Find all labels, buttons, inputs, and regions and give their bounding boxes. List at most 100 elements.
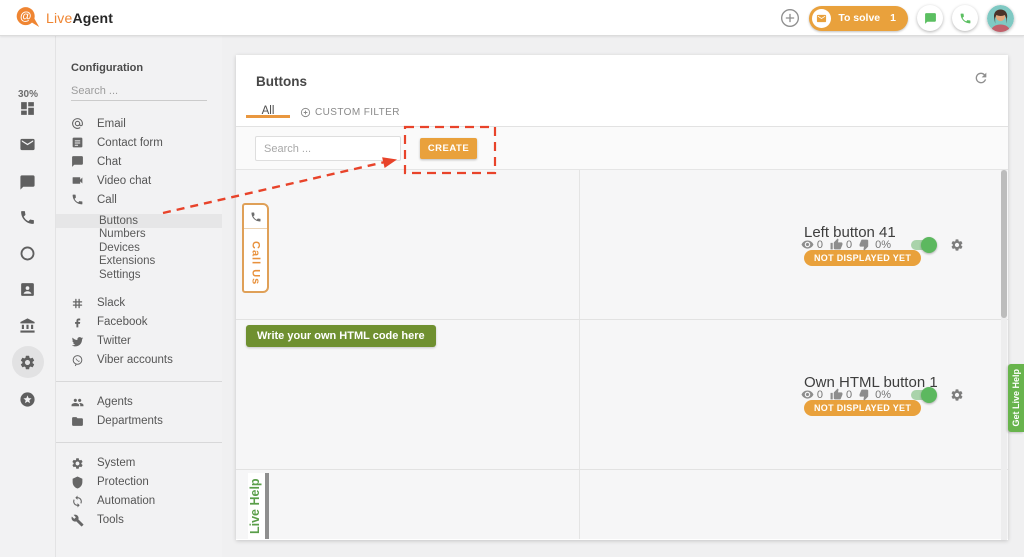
live-help-button-preview: Live Help [248, 473, 269, 539]
thumb-down-icon [859, 388, 872, 401]
refresh-icon[interactable] [973, 70, 989, 86]
config-item-slack[interactable]: Slack [56, 294, 222, 313]
dashboard-icon [19, 100, 36, 117]
tab-all[interactable]: All [246, 102, 290, 117]
mail-icon [19, 136, 36, 153]
enable-toggle[interactable] [910, 237, 937, 253]
videocam-icon [71, 174, 84, 187]
chats-button[interactable] [917, 5, 943, 31]
config-item-contact-form[interactable]: Contact form [56, 133, 222, 152]
call-us-button-preview: Call Us [242, 203, 269, 293]
divider [56, 442, 222, 443]
button-stats: 0 0 0% [801, 170, 964, 319]
phone-icon [71, 193, 84, 206]
config-item-facebook[interactable]: Facebook [56, 313, 222, 332]
html-button-preview: Write your own HTML code here [246, 325, 436, 347]
user-avatar[interactable] [987, 5, 1014, 32]
config-item-video-chat[interactable]: Video chat [56, 171, 222, 190]
dislikes-stat: 0% [859, 388, 891, 401]
svg-text:@: @ [20, 10, 31, 23]
sync-icon [71, 495, 84, 508]
config-item-tools[interactable]: Tools [56, 511, 222, 530]
table-row: Live Help [236, 470, 1008, 539]
bank-icon [19, 317, 36, 334]
config-item-twitter[interactable]: Twitter [56, 332, 222, 351]
table-row: Call Us Left button 41 NOT DISPLAYED YET… [236, 170, 1008, 320]
table-row: Write your own HTML code here Own HTML b… [236, 320, 1008, 470]
views-stat: 0 [801, 238, 823, 251]
tabs: All CUSTOM FILTER [236, 102, 1008, 127]
toolbar: CREATE [236, 127, 1008, 170]
add-new-icon[interactable] [780, 8, 800, 28]
config-item-extensions[interactable]: Extensions [56, 255, 222, 269]
chat-bubble-icon [924, 12, 937, 25]
eye-icon [801, 238, 814, 251]
to-solve-button[interactable]: To solve 1 [809, 6, 908, 31]
at-sign-icon [71, 117, 84, 130]
sidebar-item-calls[interactable] [12, 201, 44, 233]
buttons-search-input[interactable] [255, 136, 401, 161]
thumb-up-icon [830, 238, 843, 251]
tab-custom-filter[interactable]: CUSTOM FILTER [300, 107, 400, 118]
liveagent-logo[interactable]: @ LiveAgent [14, 6, 113, 29]
ring-icon [19, 245, 36, 262]
eye-icon [801, 388, 814, 401]
config-item-departments[interactable]: Departments [56, 412, 222, 431]
config-item-agents[interactable]: Agents [56, 393, 222, 412]
wrench-icon [71, 514, 84, 527]
config-item-call[interactable]: Call [56, 190, 222, 209]
gear-icon [19, 354, 36, 371]
chat-icon [19, 174, 36, 191]
button-preview-cell: Call Us [236, 170, 580, 319]
calls-button[interactable] [952, 5, 978, 31]
button-details-cell: Left button 41 NOT DISPLAYED YET 0 0 0% [580, 170, 1008, 319]
icon-rail: 30% [0, 36, 56, 557]
button-details-cell [580, 470, 1008, 539]
views-stat: 0 [801, 388, 823, 401]
to-solve-count: 1 [890, 12, 896, 24]
gear-icon [71, 457, 84, 470]
enable-toggle[interactable] [910, 387, 937, 403]
sidebar-item-status[interactable] [12, 237, 44, 269]
config-item-protection[interactable]: Protection [56, 473, 222, 492]
sidebar-item-dashboard[interactable] [12, 92, 44, 124]
scrollbar-thumb[interactable] [1001, 170, 1007, 318]
active-tab-underline [246, 115, 290, 118]
config-item-devices[interactable]: Devices [56, 241, 222, 255]
button-preview-cell: Write your own HTML code here [236, 320, 580, 469]
config-search-input[interactable] [71, 82, 207, 101]
agents-icon [71, 396, 84, 409]
to-solve-label: To solve [838, 12, 880, 24]
sidebar-item-company[interactable] [12, 309, 44, 341]
sidebar-item-chats[interactable] [12, 166, 44, 198]
config-item-system[interactable]: System [56, 454, 222, 473]
sidebar-item-configuration[interactable] [12, 346, 44, 378]
config-item-email[interactable]: Email [56, 114, 222, 133]
table-scrollbar [1001, 170, 1007, 540]
phone-icon [244, 205, 267, 229]
preview-label: Live Help [248, 473, 265, 539]
get-live-help-tab[interactable]: Get Live Help [1008, 364, 1024, 432]
sidebar-item-more[interactable] [12, 383, 44, 415]
twitter-icon [71, 335, 84, 348]
folder-icon [71, 415, 84, 428]
create-button[interactable]: CREATE [420, 138, 477, 159]
divider [56, 381, 222, 382]
config-item-chat[interactable]: Chat [56, 152, 222, 171]
sidebar-item-customers[interactable] [12, 273, 44, 305]
row-settings-gear-icon[interactable] [950, 388, 964, 402]
contacts-icon [19, 281, 36, 298]
sidebar-item-tickets[interactable] [12, 128, 44, 160]
config-item-buttons[interactable]: Buttons [56, 214, 222, 228]
star-circle-icon [19, 391, 36, 408]
config-item-viber[interactable]: Viber accounts [56, 351, 222, 370]
config-item-automation[interactable]: Automation [56, 492, 222, 511]
config-item-numbers[interactable]: Numbers [56, 228, 222, 242]
row-settings-gear-icon[interactable] [950, 238, 964, 252]
top-bar: @ LiveAgent To solve 1 [0, 0, 1024, 36]
preview-bar [265, 473, 269, 539]
shield-icon [71, 476, 84, 489]
config-item-settings[interactable]: Settings [56, 268, 222, 282]
configuration-panel: Configuration Email Contact form Chat Vi… [56, 36, 222, 557]
button-preview-cell: Live Help [236, 470, 580, 539]
